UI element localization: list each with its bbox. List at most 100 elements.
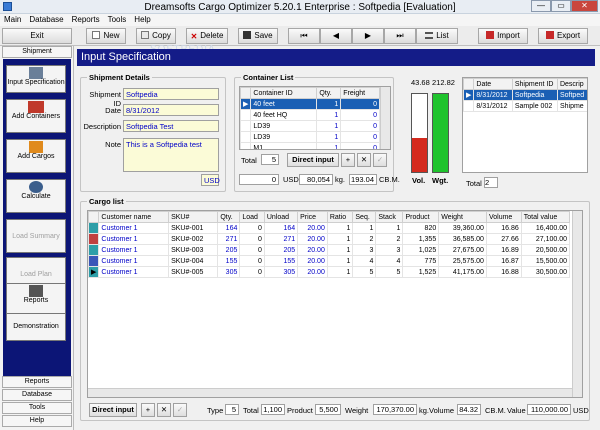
maximize-button[interactable]: ▭	[551, 0, 571, 12]
container-id-cell[interactable]: 40 feet HQ	[250, 109, 318, 121]
customer-name-header[interactable]: Customer name	[98, 211, 170, 223]
cargo-add-button[interactable]: +	[141, 403, 155, 417]
tab-database[interactable]: Database	[2, 389, 72, 401]
shipment-row[interactable]: 8/31/2012 Sample 002 Shipme	[463, 100, 587, 112]
container-qty-cell[interactable]: 1	[316, 98, 342, 110]
reports-button[interactable]: Reports	[6, 283, 66, 317]
shipments-date-header[interactable]: Date	[473, 78, 513, 90]
qty-cell[interactable]: 305	[217, 266, 241, 278]
weight-cell[interactable]: 36,585.00	[438, 233, 487, 245]
product-header[interactable]: Product	[402, 211, 440, 223]
weight-cell[interactable]: 41,175.00	[438, 266, 487, 278]
list-button[interactable]: List	[416, 28, 458, 44]
cargo-row[interactable]: ▶ Customer 1 SKU#-005 305 0 305 20.00 1 5 5 1,525 4…	[88, 266, 571, 278]
product-cell[interactable]: 1,025	[402, 244, 440, 256]
minimize-button[interactable]: —	[531, 0, 551, 12]
seq-cell[interactable]: 3	[352, 244, 377, 256]
ratio-cell[interactable]: 1	[326, 222, 354, 234]
unload-cell[interactable]: 155	[263, 255, 299, 267]
volume-cell[interactable]: 16.88	[485, 266, 522, 278]
customer-name-cell[interactable]: Customer 1	[98, 266, 170, 278]
seq-header[interactable]: Seq.	[352, 211, 377, 223]
seq-cell[interactable]: 2	[352, 233, 377, 245]
seq-cell[interactable]: 4	[352, 255, 377, 267]
shipment-desc-cell[interactable]: Softped	[556, 89, 587, 101]
container-remove-button[interactable]: ✕	[357, 153, 371, 167]
date-field[interactable]: 8/31/2012	[123, 104, 219, 116]
container-add-button[interactable]: +	[341, 153, 355, 167]
shipment-row[interactable]: ▶ 8/31/2012 Softpedia Softped	[463, 89, 587, 101]
stack-header[interactable]: Stack	[375, 211, 404, 223]
menu-reports[interactable]: Reports	[68, 14, 104, 24]
customer-name-cell[interactable]: Customer 1	[98, 244, 170, 256]
weight-header[interactable]: Weight	[438, 211, 487, 223]
load-summary-button[interactable]: Load Summary	[6, 219, 66, 253]
previous-record-button[interactable]: ◀	[320, 28, 352, 44]
shipment-date-cell[interactable]: 8/31/2012	[473, 100, 513, 112]
unload-cell[interactable]: 305	[263, 266, 299, 278]
unload-cell[interactable]: 164	[263, 222, 299, 234]
save-button[interactable]: Save	[238, 28, 278, 44]
container-freight-cell[interactable]: 0	[340, 109, 380, 121]
sku-header[interactable]: SKU#	[168, 211, 219, 223]
container-qty-cell[interactable]: 1	[316, 109, 342, 121]
load-cell[interactable]: 0	[239, 222, 265, 234]
ratio-cell[interactable]: 1	[326, 255, 354, 267]
volume-header[interactable]: Volume	[485, 211, 522, 223]
sku-cell[interactable]: SKU#-001	[168, 222, 219, 234]
ratio-cell[interactable]: 1	[326, 266, 354, 278]
customer-name-cell[interactable]: Customer 1	[98, 222, 170, 234]
container-row[interactable]: LD39 1 0	[240, 131, 380, 143]
load-cell[interactable]: 0	[239, 244, 265, 256]
weight-cell[interactable]: 39,360.00	[438, 222, 487, 234]
next-record-button[interactable]: ▶	[352, 28, 384, 44]
customer-name-cell[interactable]: Customer 1	[98, 233, 170, 245]
qty-cell[interactable]: 271	[217, 233, 241, 245]
note-field[interactable]: This is a Softpedia test	[123, 138, 219, 172]
menu-tools[interactable]: Tools	[104, 14, 131, 24]
sku-cell[interactable]: SKU#-002	[168, 233, 219, 245]
unload-cell[interactable]: 271	[263, 233, 299, 245]
qty-cell[interactable]: 155	[217, 255, 241, 267]
description-field[interactable]: Softpedia Test	[123, 120, 219, 132]
exit-button[interactable]: Exit	[2, 28, 72, 44]
shipment-id-cell[interactable]: Softpedia	[511, 89, 558, 101]
tab-reports[interactable]: Reports	[2, 376, 72, 388]
cargo-row[interactable]: Customer 1 SKU#-002 271 0 271 20.00 1 2 2 1,355 36…	[88, 233, 571, 245]
customer-name-cell[interactable]: Customer 1	[98, 255, 170, 267]
stack-cell[interactable]: 1	[375, 222, 404, 234]
qty-header[interactable]: Qty.	[217, 211, 241, 223]
cargo-direct-input-button[interactable]: Direct input	[89, 403, 137, 417]
stack-cell[interactable]: 5	[375, 266, 404, 278]
volume-cell[interactable]: 27.66	[485, 233, 522, 245]
container-qty-header[interactable]: Qty.	[316, 87, 342, 99]
unload-cell[interactable]: 205	[263, 244, 299, 256]
total-value-cell[interactable]: 20,500.00	[520, 244, 571, 256]
total-value-cell[interactable]: 30,500.00	[520, 266, 571, 278]
import-button[interactable]: Import	[478, 28, 528, 44]
container-direct-input-button[interactable]: Direct input	[287, 153, 339, 167]
total-value-cell[interactable]: 16,400.00	[520, 222, 571, 234]
tab-shipment[interactable]: Shipment	[2, 46, 72, 58]
container-scrollbar[interactable]	[380, 87, 390, 149]
menu-main[interactable]: Main	[0, 14, 25, 24]
container-freight-header[interactable]: Freight	[340, 87, 380, 99]
price-cell[interactable]: 20.00	[297, 233, 328, 245]
price-header[interactable]: Price	[297, 211, 328, 223]
container-row[interactable]: ▶ 40 feet 1 0	[240, 98, 380, 110]
total-value-cell[interactable]: 15,500.00	[520, 255, 571, 267]
cargo-check-button[interactable]: ✓	[173, 403, 187, 417]
container-freight-cell[interactable]: 0	[340, 98, 380, 110]
container-id-cell[interactable]: LD39	[250, 120, 318, 132]
new-button[interactable]: New	[86, 28, 126, 44]
calculate-button[interactable]: Calculate	[6, 179, 66, 213]
container-id-cell[interactable]: LD39	[250, 131, 318, 143]
menu-help[interactable]: Help	[130, 14, 154, 24]
cargo-horizontal-scrollbar[interactable]	[88, 388, 572, 397]
price-cell[interactable]: 20.00	[297, 255, 328, 267]
weight-cell[interactable]: 25,575.00	[438, 255, 487, 267]
container-id-header[interactable]: Container ID	[250, 87, 318, 99]
sku-cell[interactable]: SKU#-003	[168, 244, 219, 256]
price-cell[interactable]: 20.00	[297, 266, 328, 278]
container-id-cell[interactable]: M1	[250, 142, 318, 149]
